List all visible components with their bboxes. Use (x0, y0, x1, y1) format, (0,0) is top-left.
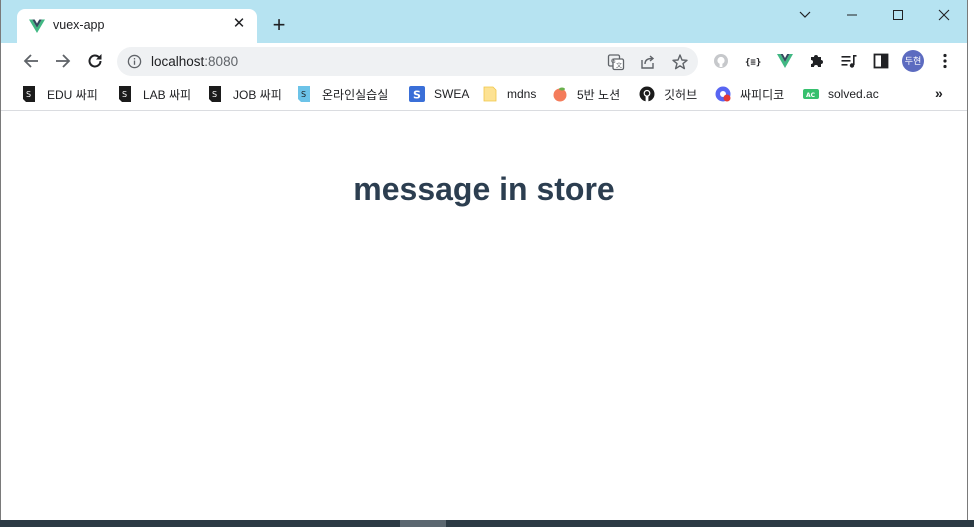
title-bar: vuex-app ✕ + (1, 0, 967, 43)
bookmark-swea[interactable]: S SWEA (409, 83, 469, 105)
bookmark-label: SWEA (434, 87, 470, 101)
bookmark-label: 5반 노션 (577, 87, 621, 102)
url-host: localhost (151, 54, 205, 69)
minimize-icon[interactable] (838, 5, 866, 25)
github-icon (639, 86, 655, 102)
bookmark-label: mdns (507, 87, 537, 101)
ssafy-blue-icon: S (298, 86, 310, 102)
bookmark-mdns[interactable]: mdns (482, 83, 536, 105)
browser-toolbar: localhost:8080 G 文 {≡} 두현 (1, 43, 967, 79)
bookmark-solved-ac[interactable]: AC solved.ac (803, 83, 879, 105)
svg-text:S: S (301, 90, 306, 99)
bookmark-edu-ssafy[interactable]: S EDU 싸피 (22, 83, 98, 105)
new-tab-icon[interactable]: + (267, 14, 291, 38)
tab-search-chevron-icon[interactable] (791, 5, 819, 25)
vue-logo-icon (29, 19, 45, 33)
svg-text:S: S (212, 90, 217, 99)
side-panel-icon[interactable] (872, 52, 890, 70)
svg-text:AC: AC (806, 92, 816, 99)
reload-icon[interactable] (85, 51, 105, 71)
desktop-taskbar-strip (0, 520, 974, 527)
bookmark-notion[interactable]: 5반 노션 (552, 83, 620, 105)
svg-text:S: S (413, 89, 421, 102)
bookmark-label: solved.ac (828, 87, 879, 101)
browser-window: vuex-app ✕ + localhost:8080 G 文 {≡} 두현 S… (0, 0, 968, 520)
tab-title: vuex-app (53, 18, 105, 32)
translate-icon[interactable]: G 文 (607, 53, 625, 71)
svg-text:{≡}: {≡} (745, 58, 761, 68)
peach-icon (553, 87, 567, 102)
more-menu-icon[interactable] (936, 52, 954, 70)
page-heading: message in store (353, 171, 615, 207)
page-content: message in store (1, 111, 967, 520)
address-bar[interactable]: localhost:8080 G 文 (117, 47, 698, 76)
folder-icon (483, 86, 497, 102)
back-arrow-icon[interactable] (21, 51, 41, 71)
url-port: :8080 (204, 54, 239, 69)
forward-arrow-icon[interactable] (53, 51, 73, 71)
share-icon[interactable] (639, 53, 657, 71)
github-extension-icon[interactable] (712, 52, 730, 70)
svg-text:S: S (122, 90, 127, 99)
horizontal-scrollbar-thumb[interactable] (400, 520, 446, 527)
media-control-icon[interactable] (840, 52, 858, 70)
ssafy-icon: S (23, 86, 35, 102)
tab-vuex-app[interactable]: vuex-app ✕ (17, 9, 257, 43)
ssafy-icon: S (209, 86, 221, 102)
swea-icon: S (409, 86, 425, 102)
bookmarks-overflow-icon[interactable]: » (935, 85, 943, 101)
bookmark-star-icon[interactable] (671, 53, 689, 71)
site-info-icon[interactable] (127, 54, 142, 69)
bookmark-job-ssafy[interactable]: S JOB 싸피 (208, 83, 282, 105)
json-viewer-icon[interactable]: {≡} (744, 52, 762, 70)
maximize-icon[interactable] (884, 5, 912, 25)
bookmark-github[interactable]: 깃허브 (639, 83, 697, 105)
extensions-puzzle-icon[interactable] (808, 52, 826, 70)
tab-close-icon[interactable]: ✕ (231, 16, 247, 32)
desktop-edge (968, 0, 974, 520)
bookmark-label: LAB 싸피 (143, 87, 192, 102)
close-window-icon[interactable] (930, 5, 958, 25)
vue-devtools-icon[interactable] (776, 52, 794, 70)
solved-ac-icon: AC (803, 89, 819, 99)
discord-chrome-icon (715, 86, 731, 102)
bookmark-label: JOB 싸피 (233, 87, 282, 102)
address-url[interactable]: localhost:8080 (151, 54, 238, 69)
bookmark-label: 깃허브 (664, 87, 698, 102)
svg-text:S: S (26, 90, 31, 99)
bookmark-lab-ssafy[interactable]: S LAB 싸피 (118, 83, 191, 105)
bookmarks-bar: S EDU 싸피 S LAB 싸피 S JOB 싸피 S 온라인실습실 S SW… (1, 79, 967, 111)
bookmark-label: EDU 싸피 (47, 87, 98, 102)
bookmark-ssafy-discord[interactable]: 싸피디코 (715, 83, 784, 105)
bookmark-label: 싸피디코 (740, 87, 785, 102)
bookmark-online-lab[interactable]: S 온라인실습실 (297, 83, 388, 105)
profile-avatar[interactable]: 두현 (902, 50, 924, 72)
ssafy-icon: S (119, 86, 131, 102)
bookmark-label: 온라인실습실 (322, 87, 389, 102)
svg-text:文: 文 (616, 62, 622, 70)
